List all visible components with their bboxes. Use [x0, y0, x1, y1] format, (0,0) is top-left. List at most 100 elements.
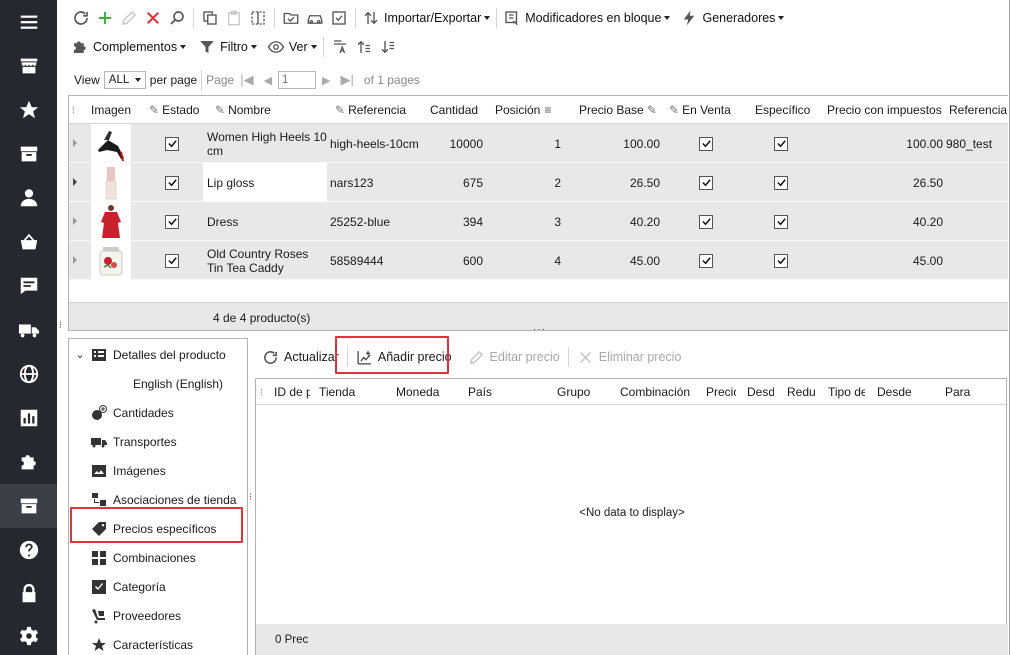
product-reference[interactable]: 25252-blue	[330, 202, 390, 241]
move-up-icon[interactable]	[352, 36, 376, 58]
checkbox[interactable]	[165, 175, 179, 190]
puzzle-icon[interactable]	[0, 440, 57, 484]
table-row[interactable]: Women High Heels 10 cm high-heels-10cm 1…	[69, 124, 1008, 163]
product-quantity[interactable]: 10000	[429, 124, 483, 163]
on-sale-checkbox[interactable]	[699, 202, 713, 241]
col-status[interactable]: ✎ Estado	[149, 96, 199, 124]
checkbox[interactable]	[165, 136, 179, 151]
specific-checkbox[interactable]	[774, 163, 788, 202]
prev-page-icon[interactable]: ◀	[264, 74, 272, 87]
product-position[interactable]: 2	[539, 163, 561, 202]
col-reduction-type[interactable]: Tipo de	[828, 379, 865, 405]
addons-button[interactable]: Complementos	[69, 36, 188, 58]
status-checkbox[interactable]	[165, 241, 179, 280]
checkbox[interactable]	[774, 136, 788, 151]
product-quantity[interactable]: 675	[429, 163, 483, 202]
checklist-icon[interactable]	[327, 7, 351, 29]
on-sale-checkbox[interactable]	[699, 124, 713, 163]
splitter-vertical-handle-icon[interactable]: ⁝	[249, 492, 252, 503]
product-name[interactable]: Dress	[207, 202, 238, 241]
product-reference[interactable]: 58589444	[330, 241, 383, 280]
star-icon[interactable]	[0, 88, 57, 132]
paste-icon[interactable]	[222, 7, 246, 29]
col-country[interactable]: País	[468, 379, 528, 405]
product-reference-2[interactable]: 980_test	[946, 124, 992, 163]
col-price-tax[interactable]: Precio con impuestos	[827, 96, 942, 124]
menu-icon[interactable]	[0, 0, 57, 44]
lock-icon[interactable]	[0, 572, 57, 616]
col-specific[interactable]: Específico	[755, 96, 810, 124]
col-name[interactable]: ✎ Nombre	[215, 96, 271, 124]
col-reference-2[interactable]: Referencia	[949, 96, 1007, 124]
delete-price-button[interactable]: Eliminar precio	[573, 344, 686, 370]
filter-button[interactable]: Filtro	[196, 36, 259, 58]
tree-item-combinations[interactable]: Combinaciones	[69, 543, 247, 572]
copy-icon[interactable]	[198, 7, 222, 29]
specific-checkbox[interactable]	[774, 202, 788, 241]
product-position[interactable]: 3	[539, 202, 561, 241]
tree-item-features[interactable]: Características	[69, 630, 247, 655]
on-sale-checkbox[interactable]	[699, 241, 713, 280]
product-base-price[interactable]: 45.00	[609, 241, 660, 280]
col-group[interactable]: Grupo	[557, 379, 617, 405]
import-export-button[interactable]: Importar/Exportar	[360, 7, 492, 29]
next-page-icon[interactable]: ▶	[322, 74, 330, 87]
search-icon[interactable]	[165, 7, 189, 29]
box-active-icon[interactable]	[0, 484, 57, 528]
edit-price-button[interactable]: Editar precio	[464, 344, 564, 370]
gear-icon[interactable]	[0, 614, 57, 655]
chevron-down-icon[interactable]: ⌄	[69, 348, 91, 361]
product-name[interactable]: Old Country Roses Tin Tea Caddy	[207, 241, 327, 280]
product-price-tax[interactable]: 26.50	[889, 163, 943, 202]
checkbox[interactable]	[699, 175, 713, 190]
product-position[interactable]: 1	[539, 124, 561, 163]
product-quantity[interactable]: 600	[429, 241, 483, 280]
sort-alpha-icon[interactable]	[328, 36, 352, 58]
status-checkbox[interactable]	[165, 124, 179, 163]
grid-drag-handle[interactable]: ⁞	[260, 379, 263, 405]
product-reference[interactable]: high-heels-10cm	[330, 124, 419, 163]
page-number-input[interactable]: 1	[278, 71, 317, 89]
col-shop[interactable]: Tienda	[319, 379, 379, 405]
table-row[interactable]: Lip gloss nars123 675 2 26.50 26.50	[69, 163, 1008, 202]
last-page-icon[interactable]: ▶|	[341, 72, 354, 88]
splitter-handle-icon[interactable]: ···	[533, 324, 546, 335]
checkbox[interactable]	[165, 214, 179, 229]
col-reference[interactable]: ✎ Referencia	[335, 96, 406, 124]
delete-icon[interactable]	[141, 7, 165, 29]
tree-item-suppliers[interactable]: Proveedores	[69, 601, 247, 630]
view-button[interactable]: Ver	[265, 36, 319, 58]
pencil-disabled-icon[interactable]	[117, 7, 141, 29]
col-price[interactable]: Precio	[706, 379, 736, 405]
generators-button[interactable]: Generadores	[678, 7, 786, 29]
status-checkbox[interactable]	[165, 163, 179, 202]
col-currency[interactable]: Moneda	[396, 379, 456, 405]
checkbox[interactable]	[165, 253, 179, 268]
on-sale-checkbox[interactable]	[699, 163, 713, 202]
move-down-icon[interactable]	[376, 36, 400, 58]
col-from-date[interactable]: Desde	[877, 379, 927, 405]
col-position[interactable]: Posición ≡	[495, 96, 551, 124]
product-quantity[interactable]: 394	[429, 202, 483, 241]
col-to-date[interactable]: Para	[945, 379, 995, 405]
col-base-price[interactable]: Precio Base ✎	[579, 96, 657, 124]
tree-item-quantities[interactable]: Cantidades	[69, 398, 247, 427]
status-checkbox[interactable]	[165, 202, 179, 241]
checkbox[interactable]	[699, 136, 713, 151]
col-combination[interactable]: Combinación	[620, 379, 700, 405]
col-on-sale[interactable]: ✎ En Venta	[669, 96, 731, 124]
product-name[interactable]: Women High Heels 10 cm	[207, 124, 327, 163]
car-icon[interactable]	[303, 7, 327, 29]
help-icon[interactable]	[0, 528, 57, 572]
checkbox[interactable]	[699, 253, 713, 268]
specific-checkbox[interactable]	[774, 124, 788, 163]
product-name[interactable]: Lip gloss	[203, 163, 327, 202]
basket-icon[interactable]	[0, 220, 57, 264]
checkbox[interactable]	[699, 214, 713, 229]
col-image[interactable]: Imagen	[91, 96, 131, 124]
product-price-tax[interactable]: 40.20	[889, 202, 943, 241]
tree-item-product-details[interactable]: ⌄ Detalles del producto	[69, 340, 247, 369]
view-count-select[interactable]: ALL	[103, 71, 146, 89]
select-columns-icon[interactable]	[246, 7, 270, 29]
grid-drag-handle[interactable]: ⁞	[72, 96, 75, 124]
